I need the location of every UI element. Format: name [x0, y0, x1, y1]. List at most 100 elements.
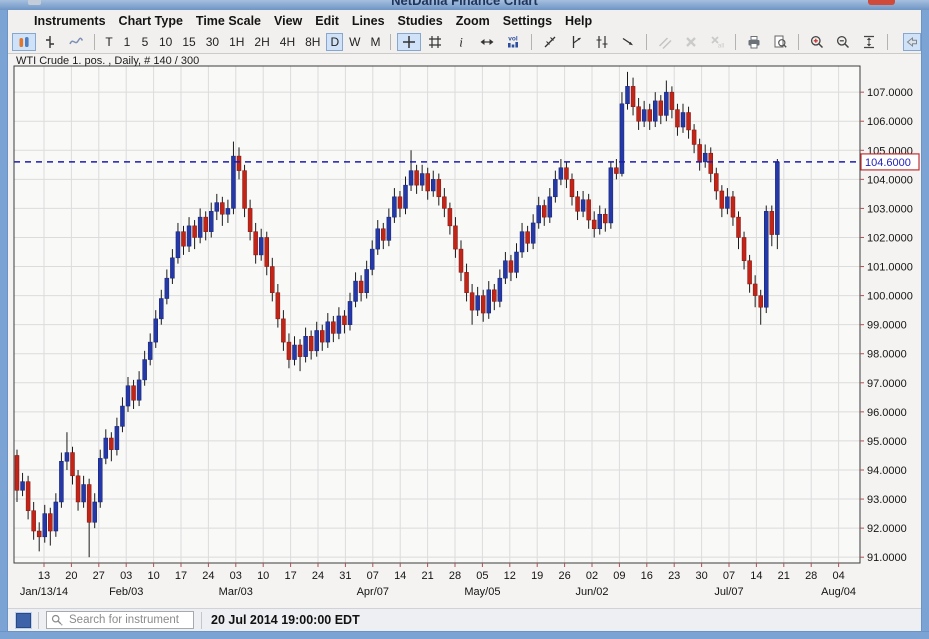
timeframe-button-10[interactable]: 10 [155, 33, 176, 51]
menu-item-instruments[interactable]: Instruments [34, 14, 106, 28]
menu-item-edit[interactable]: Edit [315, 14, 339, 28]
time-axis-week-label: 31 [339, 570, 351, 582]
menu-item-settings[interactable]: Settings [503, 14, 552, 28]
menu-item-zoom[interactable]: Zoom [456, 14, 490, 28]
zoom-in-button[interactable] [805, 33, 829, 51]
time-axis-week-label: 24 [312, 570, 324, 582]
toolbar-separator [94, 34, 95, 50]
zoom-out-button[interactable] [831, 33, 855, 51]
line-tool-button[interactable] [564, 33, 588, 51]
menu-item-time-scale[interactable]: Time Scale [196, 14, 261, 28]
timeframe-button-4h[interactable]: 4H [276, 33, 299, 51]
time-axis-week-label: 14 [750, 570, 762, 582]
timeframe-button-8h[interactable]: 8H [301, 33, 324, 51]
menu-item-view[interactable]: View [274, 14, 302, 28]
svg-text:i: i [460, 35, 464, 50]
line-tool-icon [568, 34, 584, 50]
timeframe-button-2h[interactable]: 2H [250, 33, 273, 51]
price-axis-label: 95.0000 [867, 436, 907, 448]
time-axis-week-label: 24 [202, 570, 214, 582]
trendline-tool-button[interactable] [538, 33, 562, 51]
timeframe-button-1h[interactable]: 1H [225, 33, 248, 51]
time-axis-week-label: 03 [230, 570, 242, 582]
fit-scale-icon [861, 34, 877, 50]
zoom-in-icon [809, 34, 825, 50]
ohlc-bars-button[interactable] [38, 33, 62, 51]
time-axis-week-label: 17 [284, 570, 296, 582]
svg-text:104.6000: 104.6000 [865, 157, 911, 169]
statusbar-separator [201, 612, 202, 629]
time-axis-week-label: 02 [586, 570, 598, 582]
chart-panel: 91.000092.000093.000094.000095.000096.00… [8, 54, 921, 608]
fit-scale-button[interactable] [857, 33, 881, 51]
candle [620, 92, 624, 176]
plot-background [14, 66, 860, 563]
window-titlebar[interactable]: NetDania Finance Chart [0, 0, 929, 10]
info-icon: i [453, 34, 469, 50]
volume-button[interactable]: vol [501, 33, 525, 51]
price-axis-label: 103.0000 [867, 203, 913, 215]
time-axis-week-label: 05 [476, 570, 488, 582]
time-axis-week-label: 21 [421, 570, 433, 582]
toolbar-separator [887, 34, 888, 50]
time-axis-week-label: 13 [38, 570, 50, 582]
toolbar-separator [531, 34, 532, 50]
print-preview-button[interactable] [768, 33, 792, 51]
time-axis-week-label: 28 [449, 570, 461, 582]
menu-item-studies[interactable]: Studies [398, 14, 443, 28]
search-box[interactable] [46, 611, 194, 629]
timeframe-button-weekly[interactable]: W [345, 33, 364, 51]
instrument-status-icon [16, 613, 31, 628]
channel-tool-button[interactable] [590, 33, 614, 51]
pin-button[interactable] [903, 33, 921, 51]
crosshair-button[interactable] [397, 33, 421, 51]
arrow-tool-button[interactable] [616, 33, 640, 51]
price-axis-label: 92.0000 [867, 523, 907, 535]
menu-item-chart-type[interactable]: Chart Type [119, 14, 183, 28]
menu-item-lines[interactable]: Lines [352, 14, 385, 28]
clock-timestamp: 20 Jul 2014 19:00:00 EDT [211, 613, 360, 627]
parallel-lines-button [653, 33, 677, 51]
timeframe-button-monthly[interactable]: M [366, 33, 384, 51]
line-chart-button[interactable] [64, 33, 88, 51]
horizontal-scroll-button[interactable] [475, 33, 499, 51]
instrument-label: WTI Crude 1. pos. , Daily, # 140 / 300 [16, 55, 199, 67]
info-button[interactable]: i [449, 33, 473, 51]
price-axis-label: 104.0000 [867, 174, 913, 186]
price-axis-label: 100.0000 [867, 291, 913, 303]
delete-selected-button [679, 33, 703, 51]
print-button[interactable] [742, 33, 766, 51]
candle [98, 450, 102, 508]
statusbar-separator [38, 612, 39, 629]
ohlc-bars-icon [42, 34, 58, 50]
price-axis-label: 102.0000 [867, 232, 913, 244]
timeframe-button-daily[interactable]: D [326, 33, 343, 51]
time-axis-month-label: Apr/07 [357, 586, 389, 598]
timeframe-button-30[interactable]: 30 [202, 33, 223, 51]
time-axis-week-label: 10 [257, 570, 269, 582]
close-button[interactable] [868, 0, 895, 5]
current-price-label: 104.6000 [861, 154, 919, 170]
price-axis-label: 91.0000 [867, 552, 907, 564]
time-axis-week-label: 20 [65, 570, 77, 582]
time-axis-week-label: 19 [531, 570, 543, 582]
time-axis-week-label: 26 [558, 570, 570, 582]
time-axis-month-label: Jun/02 [575, 586, 608, 598]
time-axis-week-label: 14 [394, 570, 406, 582]
time-axis-week-label: 16 [641, 570, 653, 582]
timeframe-button-15[interactable]: 15 [178, 33, 199, 51]
menu-item-help[interactable]: Help [565, 14, 592, 28]
timeframe-button-tick[interactable]: T [101, 33, 117, 51]
search-input[interactable] [67, 613, 193, 627]
menu-bar: Instruments Chart Type Time Scale View Edit L… [8, 10, 921, 31]
price-axis-label: 101.0000 [867, 262, 913, 274]
grid-toggle-button[interactable] [423, 33, 447, 51]
candle [609, 162, 613, 229]
candlestick-chart-button[interactable] [12, 33, 36, 51]
price-chart[interactable]: 91.000092.000093.000094.000095.000096.00… [8, 54, 921, 608]
timeframe-button-1[interactable]: 1 [119, 33, 135, 51]
timeframe-button-5[interactable]: 5 [137, 33, 153, 51]
print-icon [746, 34, 762, 50]
svg-text:vol: vol [509, 36, 519, 43]
time-axis-week-label: 04 [832, 570, 844, 582]
